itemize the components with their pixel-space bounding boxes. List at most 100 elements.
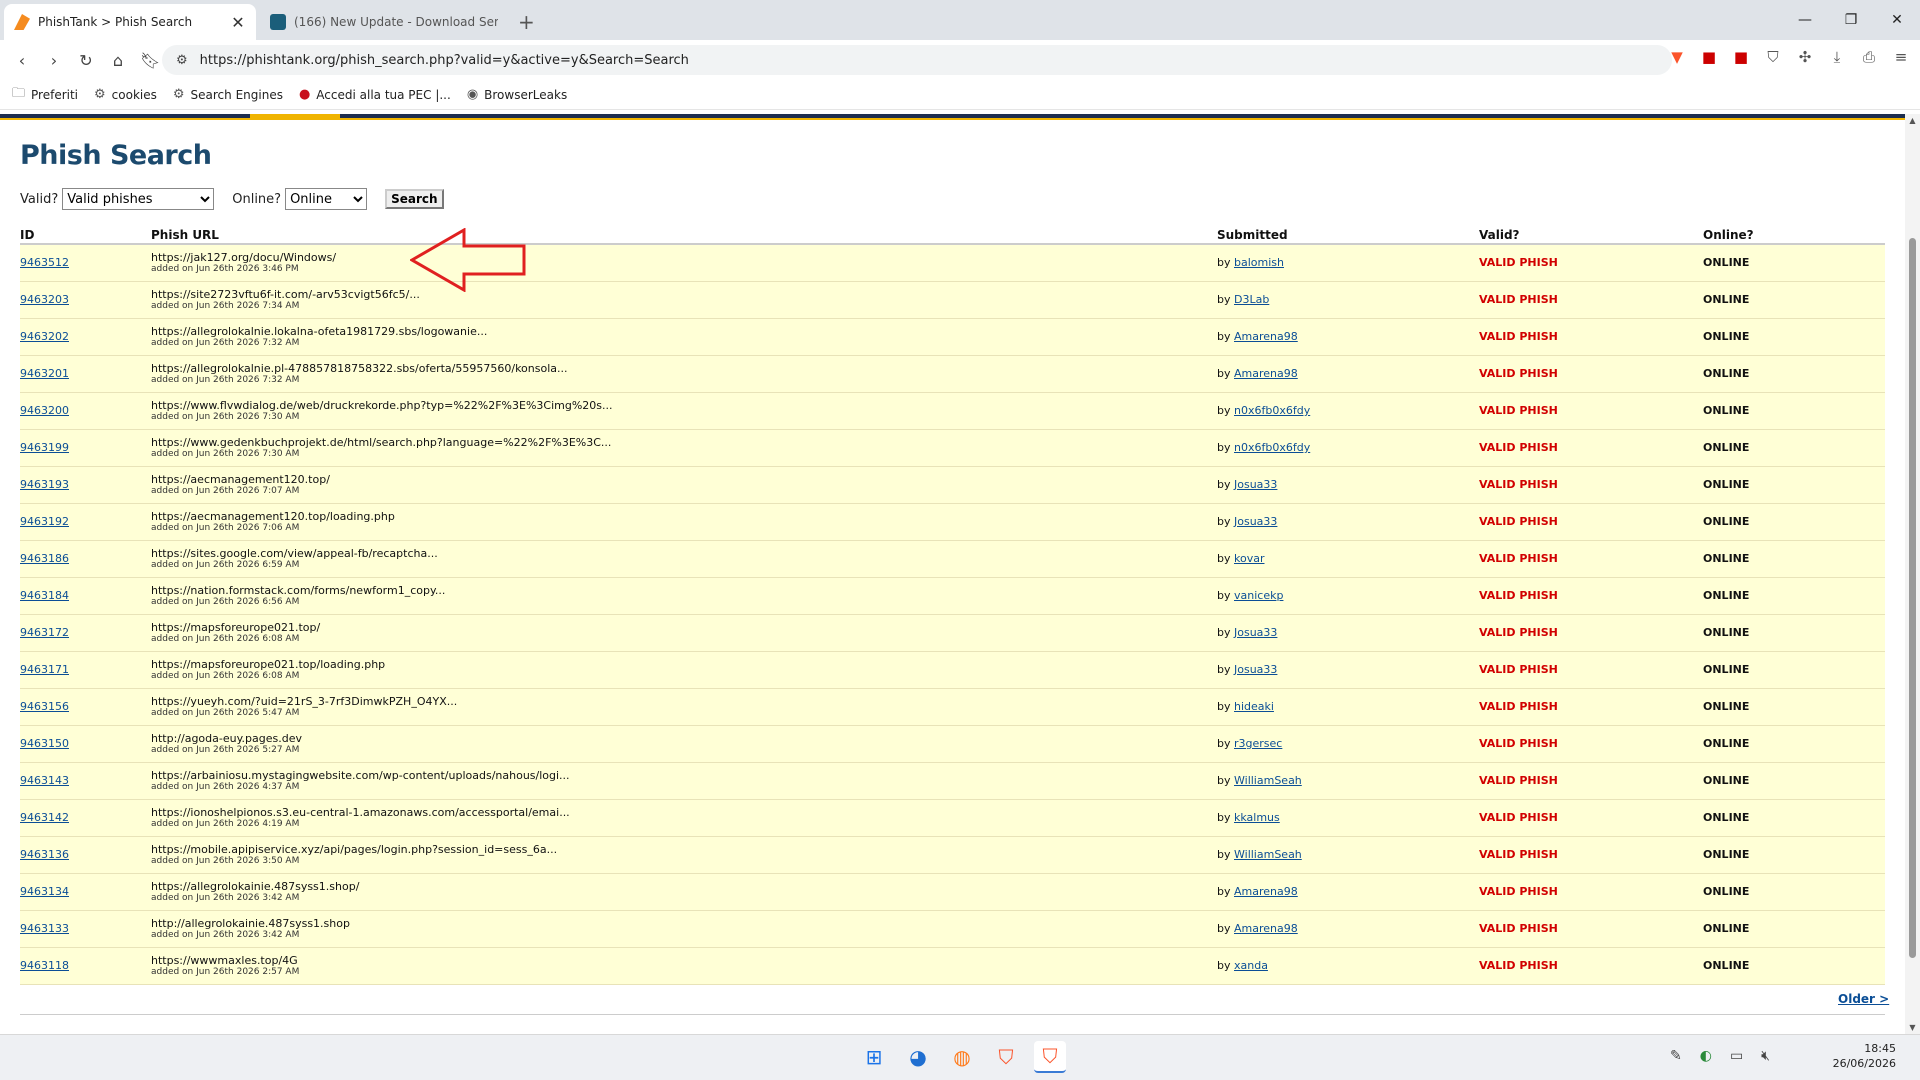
new-tab-plus-icon[interactable]: + xyxy=(518,10,535,34)
windows-start-icon[interactable]: ⊞ xyxy=(858,1041,890,1073)
brave-shields-icon[interactable]: ▼ xyxy=(1668,48,1686,66)
submitter-link[interactable]: vanicekp xyxy=(1234,589,1283,602)
site-settings-icon[interactable]: ⚙ xyxy=(176,53,188,68)
submitter-link[interactable]: Amarena98 xyxy=(1234,367,1298,380)
id-cell: 9463186 xyxy=(20,540,151,578)
by-prefix: by xyxy=(1217,404,1234,417)
close-window-icon[interactable]: ✕ xyxy=(1874,0,1920,40)
submitter-link[interactable]: hideaki xyxy=(1234,700,1274,713)
phish-id-link[interactable]: 9463133 xyxy=(20,922,69,935)
address-bar[interactable]: ⚙ https://phishtank.org/phish_search.php… xyxy=(162,45,1672,75)
phish-id-link[interactable]: 9463200 xyxy=(20,404,69,417)
search-button[interactable]: Search xyxy=(385,189,444,209)
submitter-link[interactable]: n0x6fb0x6fdy xyxy=(1234,441,1310,454)
submitter-link[interactable]: D3Lab xyxy=(1234,293,1269,306)
online-status: ONLINE xyxy=(1703,503,1885,541)
bookmark-search-engines[interactable]: ⚙ Search Engines xyxy=(173,87,283,102)
phish-id-link[interactable]: 9463193 xyxy=(20,478,69,491)
phish-id-link[interactable]: 9463201 xyxy=(20,367,69,380)
submitter-link[interactable]: WilliamSeah xyxy=(1234,774,1302,787)
extension-badge-icon[interactable]: ■ xyxy=(1732,48,1750,66)
submitter-link[interactable]: Amarena98 xyxy=(1234,885,1298,898)
submitter-link[interactable]: WilliamSeah xyxy=(1234,848,1302,861)
scroll-down-icon[interactable]: ▼ xyxy=(1905,1023,1920,1032)
phish-id-link[interactable]: 9463134 xyxy=(20,885,69,898)
submitter-link[interactable]: Josua33 xyxy=(1234,663,1277,676)
phish-id-link[interactable]: 9463192 xyxy=(20,515,69,528)
online-select[interactable]: Online xyxy=(285,188,368,210)
submitter-link[interactable]: balomish xyxy=(1234,256,1284,269)
reload-icon[interactable]: ↻ xyxy=(76,51,96,70)
brave-active-icon[interactable]: ⛉ xyxy=(1034,1041,1066,1073)
phish-id-link[interactable]: 9463202 xyxy=(20,330,69,343)
firefox-icon[interactable]: ◍ xyxy=(946,1041,978,1073)
submitter-link[interactable]: Amarena98 xyxy=(1234,330,1298,343)
brave-icon[interactable]: ⛉ xyxy=(990,1041,1022,1073)
phish-id-link[interactable]: 9463199 xyxy=(20,441,69,454)
submitter-link[interactable]: Amarena98 xyxy=(1234,922,1298,935)
phish-id-link[interactable]: 9463136 xyxy=(20,848,69,861)
col-url: Phish URL xyxy=(151,226,1217,245)
download-icon[interactable]: ⤓ xyxy=(1828,48,1846,66)
home-icon[interactable]: ⌂ xyxy=(108,51,128,70)
shield-check-icon[interactable]: ⛉ xyxy=(1764,48,1782,66)
menu-hamburger-icon[interactable]: ≡ xyxy=(1892,48,1910,66)
forward-arrow-icon[interactable]: › xyxy=(44,51,64,70)
url-cell: https://allegrolokainie.487syss1.shop/ad… xyxy=(151,873,1217,911)
submitter-link[interactable]: xanda xyxy=(1234,959,1268,972)
phish-id-link[interactable]: 9463171 xyxy=(20,663,69,676)
submitter-link[interactable]: Josua33 xyxy=(1234,626,1277,639)
phish-id-link[interactable]: 9463184 xyxy=(20,589,69,602)
scrollbar-thumb[interactable] xyxy=(1909,238,1916,958)
online-status: ONLINE xyxy=(1703,281,1885,319)
bookmark-browserleaks[interactable]: ◉ BrowserLeaks xyxy=(467,87,567,102)
search-filters: Valid? Valid phishes Online? Online Sear… xyxy=(20,188,444,210)
older-link[interactable]: Older > xyxy=(1838,992,1889,1006)
phish-id-link[interactable]: 9463512 xyxy=(20,256,69,269)
network-icon[interactable]: ▭ xyxy=(1730,1048,1743,1064)
tab-sentinel[interactable]: (166) New Update - Download Sentir xyxy=(260,4,508,40)
submitter-link[interactable]: kovar xyxy=(1234,552,1264,565)
phish-id-link[interactable]: 9463186 xyxy=(20,552,69,565)
submitter-link[interactable]: kkalmus xyxy=(1234,811,1280,824)
phish-id-link[interactable]: 9463143 xyxy=(20,774,69,787)
added-date: added on Jun 26th 2026 5:47 AM xyxy=(151,707,300,718)
browser-blue-icon[interactable]: ◕ xyxy=(902,1041,934,1073)
phish-url: https://wwwmaxles.top/4G xyxy=(151,953,298,967)
print-icon[interactable]: ⎙ xyxy=(1860,48,1878,66)
clock[interactable]: 18:45 26/06/2026 xyxy=(1833,1041,1896,1071)
phish-id-link[interactable]: 9463142 xyxy=(20,811,69,824)
phish-id-link[interactable]: 9463156 xyxy=(20,700,69,713)
back-arrow-icon[interactable]: ‹ xyxy=(12,51,32,70)
submitter-link[interactable]: Josua33 xyxy=(1234,478,1277,491)
bookmark-preferiti[interactable]: 🗀 Preferiti xyxy=(12,84,78,106)
tab-phishtank[interactable]: PhishTank > Phish Search ✕ xyxy=(4,4,256,40)
added-date: added on Jun 26th 2026 7:34 AM xyxy=(151,300,300,311)
security-icon[interactable]: ◐ xyxy=(1700,1048,1712,1064)
submitter-link[interactable]: Josua33 xyxy=(1234,515,1277,528)
scroll-up-icon[interactable]: ▲ xyxy=(1905,116,1920,125)
puzzle-extensions-icon[interactable]: ✣ xyxy=(1796,48,1814,66)
phish-id-link[interactable]: 9463172 xyxy=(20,626,69,639)
submitter-link[interactable]: n0x6fb0x6fdy xyxy=(1234,404,1310,417)
restore-icon[interactable]: ❐ xyxy=(1828,0,1874,40)
added-date: added on Jun 26th 2026 7:32 AM xyxy=(151,374,300,385)
minimize-icon[interactable]: — xyxy=(1782,0,1828,40)
bookmark-icon[interactable]: 🔖︎ xyxy=(140,51,160,70)
col-id: ID xyxy=(20,226,151,245)
phish-id-link[interactable]: 9463118 xyxy=(20,959,69,972)
submitter-link[interactable]: r3gersec xyxy=(1234,737,1282,750)
phish-id-link[interactable]: 9463150 xyxy=(20,737,69,750)
bookmark-cookies[interactable]: ⚙ cookies xyxy=(94,87,157,102)
bookmark-pec[interactable]: ● Accedi alla tua PEC |... xyxy=(299,87,451,102)
speaker-muted-icon[interactable]: 🔇︎ xyxy=(1761,1048,1770,1064)
valid-select[interactable]: Valid phishes xyxy=(62,188,215,210)
pen-icon[interactable]: ✎ xyxy=(1670,1048,1682,1064)
close-tab-icon[interactable]: ✕ xyxy=(230,13,246,32)
id-cell: 9463172 xyxy=(20,614,151,652)
extension-red-icon[interactable]: ■ xyxy=(1700,48,1718,66)
phish-url: https://aecmanagement120.top/loading.php xyxy=(151,509,395,523)
page-divider xyxy=(20,1014,1885,1015)
page-scrollbar[interactable]: ▲ ▼ xyxy=(1905,114,1920,1034)
phish-id-link[interactable]: 9463203 xyxy=(20,293,69,306)
